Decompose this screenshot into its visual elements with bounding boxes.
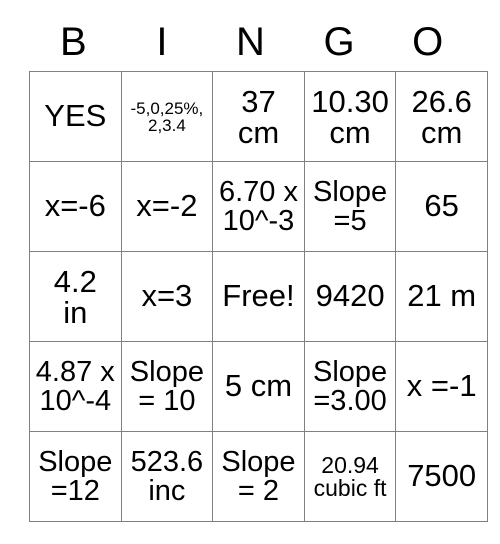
bingo-cell[interactable]: Slope =12: [29, 431, 122, 522]
bingo-cell-line: x =-1: [406, 368, 477, 404]
bingo-cell[interactable]: x=-2: [120, 161, 214, 252]
bingo-card: BINGO YES -5,0,25%, 2,3.4 37 cm 10.30 cm 26.6 cm…: [29, 12, 488, 522]
bingo-column-header-o: O: [412, 19, 444, 64]
bingo-cell-line: 21 m: [407, 278, 477, 314]
bingo-cell-line: x=3: [141, 278, 193, 314]
bingo-free-cell[interactable]: Free!: [212, 251, 305, 342]
bingo-column-header-g: G: [323, 19, 355, 64]
bingo-column-header-n: N: [236, 19, 265, 64]
bingo-cell[interactable]: -5,0,25%, 2,3.4: [120, 71, 214, 162]
bingo-cell[interactable]: 21 m: [395, 251, 488, 342]
bingo-cell[interactable]: YES: [29, 71, 122, 162]
bingo-cell[interactable]: 65: [395, 161, 488, 252]
bingo-cell-line: Slope: [221, 445, 296, 478]
bingo-cell-line: -5,0,25%,: [130, 98, 204, 118]
bingo-cell-line: cm: [329, 114, 371, 150]
bingo-cell-line: 2,3.4: [147, 115, 186, 135]
bingo-cell[interactable]: x=3: [120, 251, 214, 342]
bingo-cell-line: 7500: [407, 458, 477, 494]
bingo-cell-line: in: [63, 294, 88, 330]
bingo-cell[interactable]: 523.6 inc: [120, 431, 214, 522]
bingo-cell-line: Slope: [38, 445, 113, 478]
bingo-cell-line: Free!: [222, 278, 295, 314]
bingo-cell-line: 523.6: [130, 445, 204, 478]
bingo-row: YES -5,0,25%, 2,3.4 37 cm 10.30 cm 26.6 cm: [29, 71, 488, 162]
bingo-cell[interactable]: 37 cm: [212, 71, 305, 162]
bingo-cell-line: 4.2: [53, 263, 97, 299]
bingo-cell-line: =5: [333, 204, 367, 237]
bingo-cell-line: 4.87 x: [35, 355, 115, 388]
bingo-cell[interactable]: 7500: [395, 431, 488, 522]
bingo-cell[interactable]: 4.87 x 10^-4: [29, 341, 122, 432]
bingo-cell[interactable]: x =-1: [395, 341, 488, 432]
bingo-cell[interactable]: Slope = 10: [120, 341, 214, 432]
bingo-cell-line: 10^-4: [39, 384, 112, 417]
bingo-header-row: BINGO: [29, 12, 472, 71]
bingo-cell[interactable]: 9420: [303, 251, 397, 342]
bingo-cell-line: Slope: [129, 355, 204, 388]
bingo-cell-line: 65: [424, 188, 459, 224]
bingo-cell[interactable]: Slope = 2: [212, 431, 305, 522]
bingo-cell[interactable]: Slope =3.00: [303, 341, 397, 432]
bingo-cell[interactable]: x=-6: [29, 161, 122, 252]
bingo-cell-line: cubic ft: [313, 474, 387, 501]
bingo-cell[interactable]: Slope =5: [303, 161, 397, 252]
bingo-cell-line: Slope: [312, 175, 388, 208]
bingo-row: 4.87 x 10^-4 Slope = 10 5 cm Slope =3.00 x =-1: [29, 341, 488, 432]
bingo-row: Slope =12 523.6 inc Slope = 2 20.94 cubic ft 750…: [29, 431, 488, 522]
bingo-cell-line: x=-2: [136, 188, 198, 224]
bingo-row: x=-6 x=-2 6.70 x 10^-3 Slope =5 65: [29, 161, 488, 252]
bingo-cell[interactable]: 20.94 cubic ft: [303, 431, 397, 522]
bingo-row: 4.2 in x=3 Free! 9420 21 m: [29, 251, 488, 342]
bingo-cell[interactable]: 10.30 cm: [303, 71, 397, 162]
bingo-cell-line: = 2: [237, 474, 280, 507]
bingo-cell[interactable]: 26.6 cm: [395, 71, 488, 162]
bingo-cell-line: Slope: [312, 355, 388, 388]
bingo-cell-line: =12: [50, 474, 100, 507]
bingo-cell-line: 6.70 x: [218, 175, 298, 208]
bingo-cell-line: 37: [241, 83, 276, 119]
bingo-cell-line: inc: [148, 474, 186, 507]
bingo-cell[interactable]: 5 cm: [212, 341, 305, 432]
bingo-cell-line: =3.00: [313, 384, 387, 417]
bingo-cell-line: cm: [237, 114, 280, 150]
bingo-cell-line: cm: [421, 114, 463, 150]
bingo-cell[interactable]: 6.70 x 10^-3: [212, 161, 305, 252]
bingo-cell-line: x=-6: [44, 188, 106, 224]
bingo-grid-body: YES -5,0,25%, 2,3.4 37 cm 10.30 cm 26.6 cm x=-6 x=…: [29, 71, 488, 522]
bingo-cell[interactable]: 4.2 in: [29, 251, 122, 342]
bingo-cell-line: 9420: [315, 278, 385, 314]
bingo-cell-line: 26.6: [411, 83, 472, 119]
bingo-cell-line: 5 cm: [224, 368, 293, 404]
bingo-cell-line: 10.30: [311, 83, 389, 119]
bingo-cell-line: YES: [44, 98, 107, 134]
bingo-grid: YES -5,0,25%, 2,3.4 37 cm 10.30 cm 26.6 cm x=-6 x=…: [29, 71, 488, 522]
bingo-cell-line: 10^-3: [222, 204, 295, 237]
bingo-cell-line: 20.94: [321, 451, 379, 478]
bingo-column-header-i: I: [156, 19, 168, 64]
bingo-column-header-b: B: [59, 19, 87, 64]
bingo-cell-line: = 10: [138, 384, 196, 417]
